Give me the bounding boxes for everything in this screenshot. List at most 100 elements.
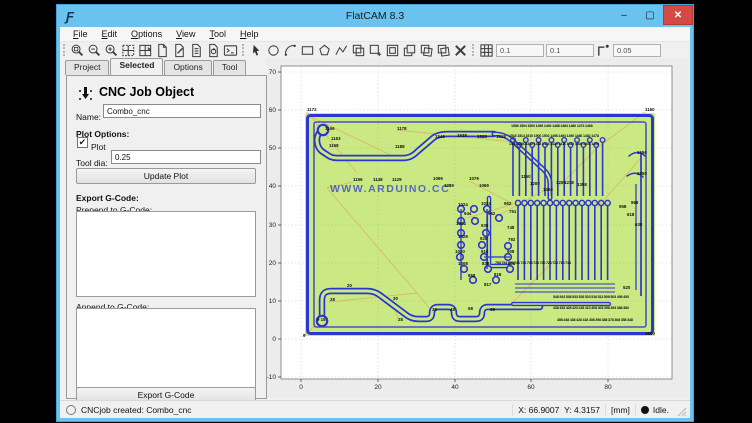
drill-label: 1024 bbox=[458, 202, 468, 207]
drill-label: 1556 bbox=[637, 150, 647, 155]
drill-label: 1163 bbox=[331, 136, 341, 141]
grid-snap-y-input[interactable] bbox=[546, 44, 594, 57]
drill-label: 38 bbox=[432, 307, 437, 312]
grid-snap-x-input[interactable] bbox=[496, 44, 544, 57]
x-tick-label: 80 bbox=[604, 384, 612, 391]
drill-label: 28 bbox=[398, 317, 403, 322]
zoom-fit-icon[interactable] bbox=[69, 43, 86, 58]
selected-panel: CNC Job Object Name: Plot Options: ✔ Plo… bbox=[66, 75, 267, 399]
subtract-icon[interactable] bbox=[435, 43, 452, 58]
append-textarea[interactable] bbox=[76, 308, 256, 388]
maximize-button[interactable]: ▢ bbox=[637, 5, 663, 25]
drill-label: 1168 bbox=[329, 143, 339, 148]
tab-selected[interactable]: Selected bbox=[110, 58, 163, 75]
update-geometry-icon[interactable] bbox=[205, 43, 222, 58]
menu-edit[interactable]: Edit bbox=[95, 29, 125, 39]
resize-grip[interactable] bbox=[677, 407, 687, 417]
drill-label: 58 bbox=[468, 306, 473, 311]
x-tick-label: 60 bbox=[527, 384, 535, 391]
coord-x-value: 66.9007 bbox=[529, 405, 560, 415]
tool-dia-input[interactable] bbox=[111, 150, 261, 164]
grid-snap-icon[interactable] bbox=[478, 43, 495, 58]
x-tick-label: 20 bbox=[374, 384, 382, 391]
draw-circle-icon[interactable] bbox=[265, 43, 282, 58]
corner-snap-icon[interactable] bbox=[595, 43, 612, 58]
save-geometry-icon[interactable] bbox=[188, 43, 205, 58]
tab-options[interactable]: Options bbox=[164, 60, 211, 75]
drill-label: 1020 bbox=[455, 249, 465, 254]
coord-y-value: 4.3157 bbox=[574, 405, 600, 415]
drill-label: 1089 bbox=[444, 183, 454, 188]
toolbar bbox=[60, 42, 690, 58]
coord-x-label: X: bbox=[518, 405, 526, 415]
plot-canvas[interactable]: 020406080-10010203040506070WWW.ARDUINO.C… bbox=[267, 58, 688, 398]
drill-label: 1129 bbox=[392, 177, 402, 182]
plot-checkbox[interactable]: ✔ bbox=[77, 137, 88, 148]
select-icon[interactable] bbox=[248, 43, 265, 58]
drill-label: 962 bbox=[488, 211, 496, 216]
copy-add-icon[interactable] bbox=[367, 43, 384, 58]
idle-status-icon bbox=[641, 406, 649, 414]
drill-label: 1150 bbox=[521, 174, 531, 179]
drill-label: 638 bbox=[635, 222, 643, 227]
drill-label: 818 bbox=[494, 272, 502, 277]
shell-icon[interactable] bbox=[222, 43, 239, 58]
drill-pad bbox=[479, 242, 486, 249]
y-tick-label: 50 bbox=[269, 145, 277, 152]
tool-dia-label: Tool dia: bbox=[76, 158, 108, 168]
drill-pad bbox=[485, 266, 492, 273]
drill-label-row: 548 543 538 533 528 523 518 513 508 503 … bbox=[553, 295, 629, 299]
paste-geometry-icon[interactable] bbox=[401, 43, 418, 58]
drill-label: 1268 bbox=[543, 187, 553, 192]
tab-project[interactable]: Project bbox=[65, 60, 109, 75]
prepend-textarea[interactable] bbox=[76, 211, 256, 297]
name-label: Name: bbox=[76, 112, 101, 122]
title-bar[interactable]: Ƒ FlatCAM 8.3 – ▢ ✕ bbox=[57, 5, 693, 27]
drill-label: 1034 bbox=[481, 201, 491, 206]
menu-tool[interactable]: Tool bbox=[202, 29, 233, 39]
menu-file[interactable]: File bbox=[66, 29, 95, 39]
drill-label: 1079 bbox=[469, 176, 479, 181]
draw-arc-icon[interactable] bbox=[282, 43, 299, 58]
drill-label-row: 1508 1504 1500 1496 1492 1488 1484 1480 … bbox=[511, 124, 593, 128]
drill-label: 958 bbox=[619, 204, 627, 209]
draw-path-icon[interactable] bbox=[333, 43, 350, 58]
cnc-job-icon bbox=[77, 86, 94, 108]
drill-label: 48 bbox=[450, 307, 455, 312]
replot-icon[interactable] bbox=[137, 43, 154, 58]
close-button[interactable]: ✕ bbox=[663, 5, 693, 25]
plot-checkbox-label: Plot bbox=[91, 142, 106, 152]
delete-shape-icon[interactable] bbox=[452, 43, 469, 58]
drill-label: 1538 bbox=[457, 133, 467, 138]
drill-label: 1358 bbox=[577, 182, 587, 187]
menu-view[interactable]: View bbox=[169, 29, 202, 39]
drill-label: 1178 bbox=[397, 126, 407, 131]
drill-label: 1008 bbox=[458, 261, 468, 266]
copy-objects-icon[interactable] bbox=[350, 43, 367, 58]
zoom-out-icon[interactable] bbox=[86, 43, 103, 58]
edit-geometry-icon[interactable] bbox=[171, 43, 188, 58]
menu-help[interactable]: Help bbox=[233, 29, 266, 39]
drill-label: 1148 bbox=[373, 177, 383, 182]
corner-snap-input[interactable] bbox=[613, 44, 661, 57]
toolbar-group-editor bbox=[239, 42, 469, 58]
update-plot-button[interactable]: Update Plot bbox=[76, 168, 256, 184]
draw-rectangle-icon[interactable] bbox=[299, 43, 316, 58]
name-input[interactable] bbox=[103, 104, 261, 118]
union-icon[interactable] bbox=[418, 43, 435, 58]
y-tick-label: 70 bbox=[269, 69, 277, 76]
minimize-button[interactable]: – bbox=[611, 5, 637, 25]
new-file-icon[interactable] bbox=[154, 43, 171, 58]
menu-options[interactable]: Options bbox=[124, 29, 169, 39]
clear-plot-icon[interactable] bbox=[120, 43, 137, 58]
y-tick-label: 60 bbox=[269, 107, 277, 114]
draw-polygon-icon[interactable] bbox=[316, 43, 333, 58]
tab-tool[interactable]: Tool bbox=[213, 60, 247, 75]
drill-label: 792 bbox=[508, 237, 516, 242]
drill-label: 1156 bbox=[353, 177, 363, 182]
drill-label: 30 bbox=[393, 296, 398, 301]
zoom-in-icon[interactable] bbox=[103, 43, 120, 58]
y-tick-label: 0 bbox=[272, 336, 276, 343]
buffer-geometry-icon[interactable] bbox=[384, 43, 401, 58]
drill-label: 1548 bbox=[435, 134, 445, 139]
